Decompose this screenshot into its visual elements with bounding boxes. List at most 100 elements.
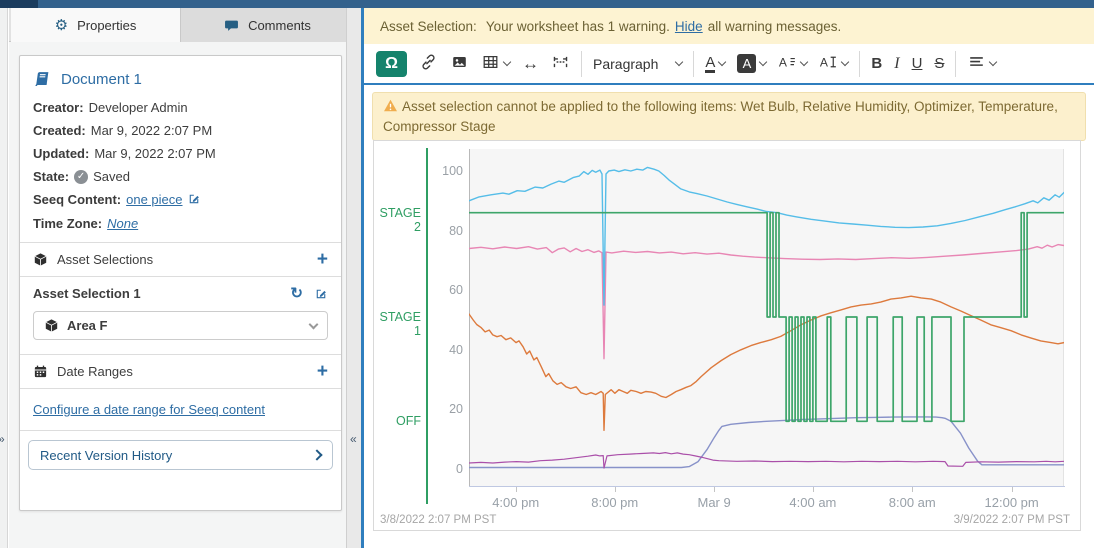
book-icon	[32, 70, 53, 88]
table-button[interactable]	[475, 49, 516, 78]
check-circle-icon: ✓	[74, 170, 88, 184]
expand-left-rail-button[interactable]: »	[0, 432, 5, 446]
field-value: Saved	[93, 169, 130, 185]
add-asset-selection-button[interactable]: +	[317, 253, 328, 267]
hide-warnings-link[interactable]: Hide	[675, 19, 703, 34]
background-color-button[interactable]: A	[731, 50, 772, 77]
text-height-button[interactable]: A	[813, 49, 854, 78]
seeq-content-button[interactable]: Ω	[370, 47, 413, 81]
paragraph-format-label: Paragraph	[593, 56, 658, 72]
x-axis-tick-label: 4:00 am	[773, 495, 853, 510]
stage-axis-label: STAGE 1	[375, 310, 421, 338]
field-label: Updated:	[33, 146, 89, 162]
x-axis-tick-mark	[714, 487, 715, 492]
chevron-down-icon	[800, 58, 808, 66]
asset-selections-header: Asset Selections +	[20, 242, 341, 276]
underline-button[interactable]: U	[906, 51, 929, 76]
asset-selection-dropdown[interactable]: Area F	[33, 311, 328, 340]
field-label: State:	[33, 169, 69, 185]
asset-selection-name: Asset Selection 1	[33, 286, 141, 301]
field-label: Time Zone:	[33, 216, 102, 232]
recent-version-history-label: Recent Version History	[40, 448, 172, 463]
cube-icon	[44, 318, 59, 333]
trend-chart[interactable]: STAGE 2STAGE 1OFF1008060402004:00 pm8:00…	[373, 140, 1081, 531]
add-date-range-button[interactable]: +	[317, 365, 328, 379]
toolbar-separator	[859, 51, 860, 77]
banner-prefix: Asset Selection:	[380, 19, 477, 34]
date-range-link-row: Configure a date range for Seeq content	[20, 388, 341, 431]
refresh-icon[interactable]: ↻	[290, 286, 303, 301]
field-value: Mar 9, 2022 2:07 PM	[94, 146, 215, 162]
chevron-down-icon	[989, 58, 997, 66]
field-value: Developer Admin	[89, 100, 188, 116]
field-value: Mar 9, 2022 2:07 PM	[91, 123, 212, 139]
toolbar-separator	[693, 51, 694, 77]
svg-text:A: A	[779, 55, 788, 69]
bold-icon: B	[871, 55, 882, 72]
page-break-icon	[551, 53, 570, 74]
page-break-button[interactable]	[545, 49, 576, 78]
chevron-down-icon	[309, 319, 319, 329]
warning-triangle-icon	[383, 99, 398, 112]
x-axis-tick-label: 8:00 pm	[575, 495, 655, 510]
tab-comments-label: Comments	[248, 18, 311, 33]
seeq-content-link[interactable]: one piece	[126, 192, 182, 208]
panel-tab-bar: ⚙ Properties Comments	[9, 8, 361, 42]
x-axis-tick-label: Mar 9	[674, 495, 754, 510]
date-ranges-title: Date Ranges	[57, 364, 133, 379]
field-label: Created:	[33, 123, 86, 139]
alert-text: Asset selection cannot be applied to the…	[383, 99, 1058, 134]
asset-selection-item-row: Asset Selection 1 ↻	[20, 276, 341, 305]
y-axis-tick-label: 80	[425, 224, 463, 238]
x-axis-tick-mark	[1012, 487, 1013, 492]
gear-icon: ⚙	[55, 18, 68, 33]
top-app-bar	[0, 0, 1094, 8]
series-compressor-stage-step	[469, 213, 1064, 422]
field-label: Creator:	[33, 100, 84, 116]
font-color-button[interactable]: A	[699, 50, 731, 77]
bold-button[interactable]: B	[865, 51, 888, 76]
document-properties-card: Document 1 Creator:Developer AdminCreate…	[19, 55, 342, 511]
document-title-row: Document 1	[20, 56, 341, 96]
full-width-button[interactable]: ↔	[516, 50, 545, 78]
strikethrough-button[interactable]: S	[928, 51, 950, 76]
italic-button[interactable]: I	[888, 51, 905, 77]
font-size-button[interactable]: A	[772, 49, 813, 78]
tab-properties-label: Properties	[77, 18, 136, 33]
top-app-bar-segment	[0, 0, 38, 8]
editor-toolbar: Ω↔ParagraphAAAABIUS	[364, 44, 1094, 85]
tab-comments[interactable]: Comments	[181, 8, 355, 42]
tab-properties[interactable]: ⚙ Properties	[11, 8, 181, 42]
edit-icon[interactable]	[315, 287, 328, 300]
document-field-row: Creator: Developer Admin	[20, 96, 341, 119]
chevron-down-icon	[759, 58, 767, 66]
asset-selections-title: Asset Selections	[57, 252, 153, 267]
x-axis-tick-mark	[813, 487, 814, 492]
document-field-row: Seeq Content:one piece	[20, 188, 341, 212]
recent-version-history-button[interactable]: Recent Version History	[28, 440, 333, 470]
configure-date-range-link[interactable]: Configure a date range for Seeq content	[33, 402, 265, 417]
paragraph-format-select[interactable]: Paragraph	[587, 52, 688, 76]
align-button[interactable]	[961, 49, 1002, 78]
document-field-row: Created: Mar 9, 2022 2:07 PM	[20, 119, 341, 142]
date-ranges-header: Date Ranges +	[20, 354, 341, 388]
strikethrough-icon: S	[934, 55, 944, 72]
warning-banner: Asset Selection: Your worksheet has 1 wa…	[364, 8, 1094, 44]
image-icon	[450, 53, 469, 74]
time-zone-link[interactable]: None	[107, 216, 138, 232]
font-color-icon: A	[705, 54, 715, 73]
x-axis-tick-label: 12:00 pm	[972, 495, 1052, 510]
link-button[interactable]	[413, 49, 444, 78]
document-fields: Creator: Developer AdminCreated: Mar 9, 20…	[20, 96, 341, 235]
collapse-panel-button[interactable]: «	[350, 432, 357, 446]
edit-icon[interactable]	[188, 192, 201, 209]
y-axis-tick-label: 20	[425, 402, 463, 416]
x-axis-line	[469, 486, 1065, 487]
asset-selection-alert: Asset selection cannot be applied to the…	[372, 92, 1086, 141]
image-button[interactable]	[444, 49, 475, 78]
document-title: Document 1	[61, 71, 142, 88]
left-collapse-rail: »	[0, 8, 8, 548]
y-axis-tick-label: 0	[425, 462, 463, 476]
x-axis-tick-mark	[912, 487, 913, 492]
trend-plot-svg	[469, 149, 1064, 486]
